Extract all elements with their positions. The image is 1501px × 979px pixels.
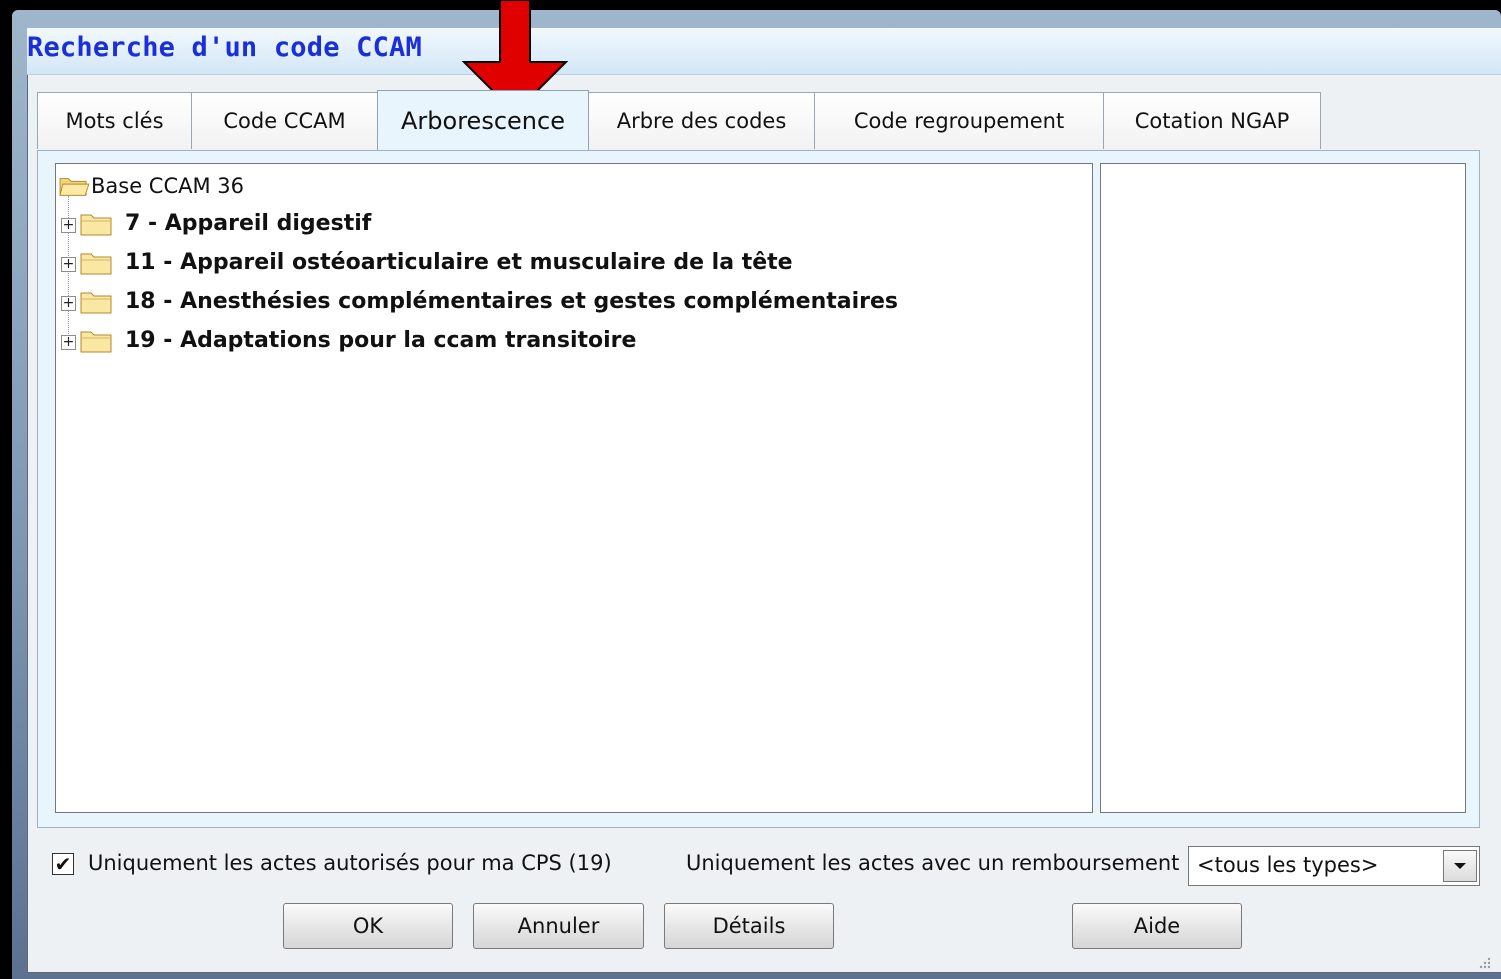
tab-code-regroupement[interactable]: Code regroupement xyxy=(814,92,1104,149)
tree-root-item[interactable]: Base CCAM 36 xyxy=(57,172,244,200)
expand-icon[interactable]: + xyxy=(61,295,76,311)
tab-mots-cles[interactable]: Mots clés xyxy=(37,92,192,149)
tree-root-label: Base CCAM 36 xyxy=(91,174,245,198)
refund-type-value: <tous les types> xyxy=(1197,853,1379,877)
refund-type-select[interactable]: <tous les types> xyxy=(1188,846,1480,886)
dropdown-button[interactable] xyxy=(1443,850,1477,882)
tab-code-ccam[interactable]: Code CCAM xyxy=(191,92,378,149)
resize-grip-icon[interactable] xyxy=(1477,955,1491,969)
ok-button[interactable]: OK xyxy=(283,903,453,949)
tree-item-label: 19 - Adaptations pour la ccam transitoir… xyxy=(125,327,637,353)
tab-arbre-des-codes[interactable]: Arbre des codes xyxy=(588,92,815,149)
refund-filter-label: Uniquement les actes avec un rembourseme… xyxy=(686,851,1194,875)
cps-checkbox-label: Uniquement les actes autorisés pour ma C… xyxy=(88,851,612,875)
detail-pane xyxy=(1100,163,1466,813)
tree-item[interactable]: + 7 - Appareil digestif xyxy=(61,207,371,239)
expand-icon[interactable]: + xyxy=(61,217,76,233)
folder-icon xyxy=(80,331,112,353)
folder-icon xyxy=(80,292,112,314)
chevron-down-icon xyxy=(1454,863,1466,869)
tree-item-label: 7 - Appareil digestif xyxy=(125,210,372,236)
tree-item[interactable]: + 11 - Appareil ostéoarticulaire et musc… xyxy=(61,246,793,278)
cps-checkbox[interactable]: ✔ xyxy=(52,853,74,875)
expand-icon[interactable]: + xyxy=(61,334,76,350)
help-button[interactable]: Aide xyxy=(1072,903,1242,949)
tree-item-label: 18 - Anesthésies complémentaires et gest… xyxy=(125,288,899,314)
details-button[interactable]: Détails xyxy=(664,903,834,949)
cancel-button[interactable]: Annuler xyxy=(473,903,644,949)
folder-icon xyxy=(80,214,112,236)
tree-item[interactable]: + 18 - Anesthésies complémentaires et ge… xyxy=(61,285,898,317)
dialog-title: Recherche d'un code CCAM xyxy=(27,32,422,63)
expand-icon[interactable]: + xyxy=(61,256,76,272)
tree-item[interactable]: + 19 - Adaptations pour la ccam transito… xyxy=(61,324,636,356)
tab-arborescence[interactable]: Arborescence xyxy=(377,90,589,150)
tree-item-label: 11 - Appareil ostéoarticulaire et muscul… xyxy=(125,249,793,275)
tab-cotation-ngap[interactable]: Cotation NGAP xyxy=(1103,92,1321,149)
folder-icon xyxy=(80,253,112,275)
